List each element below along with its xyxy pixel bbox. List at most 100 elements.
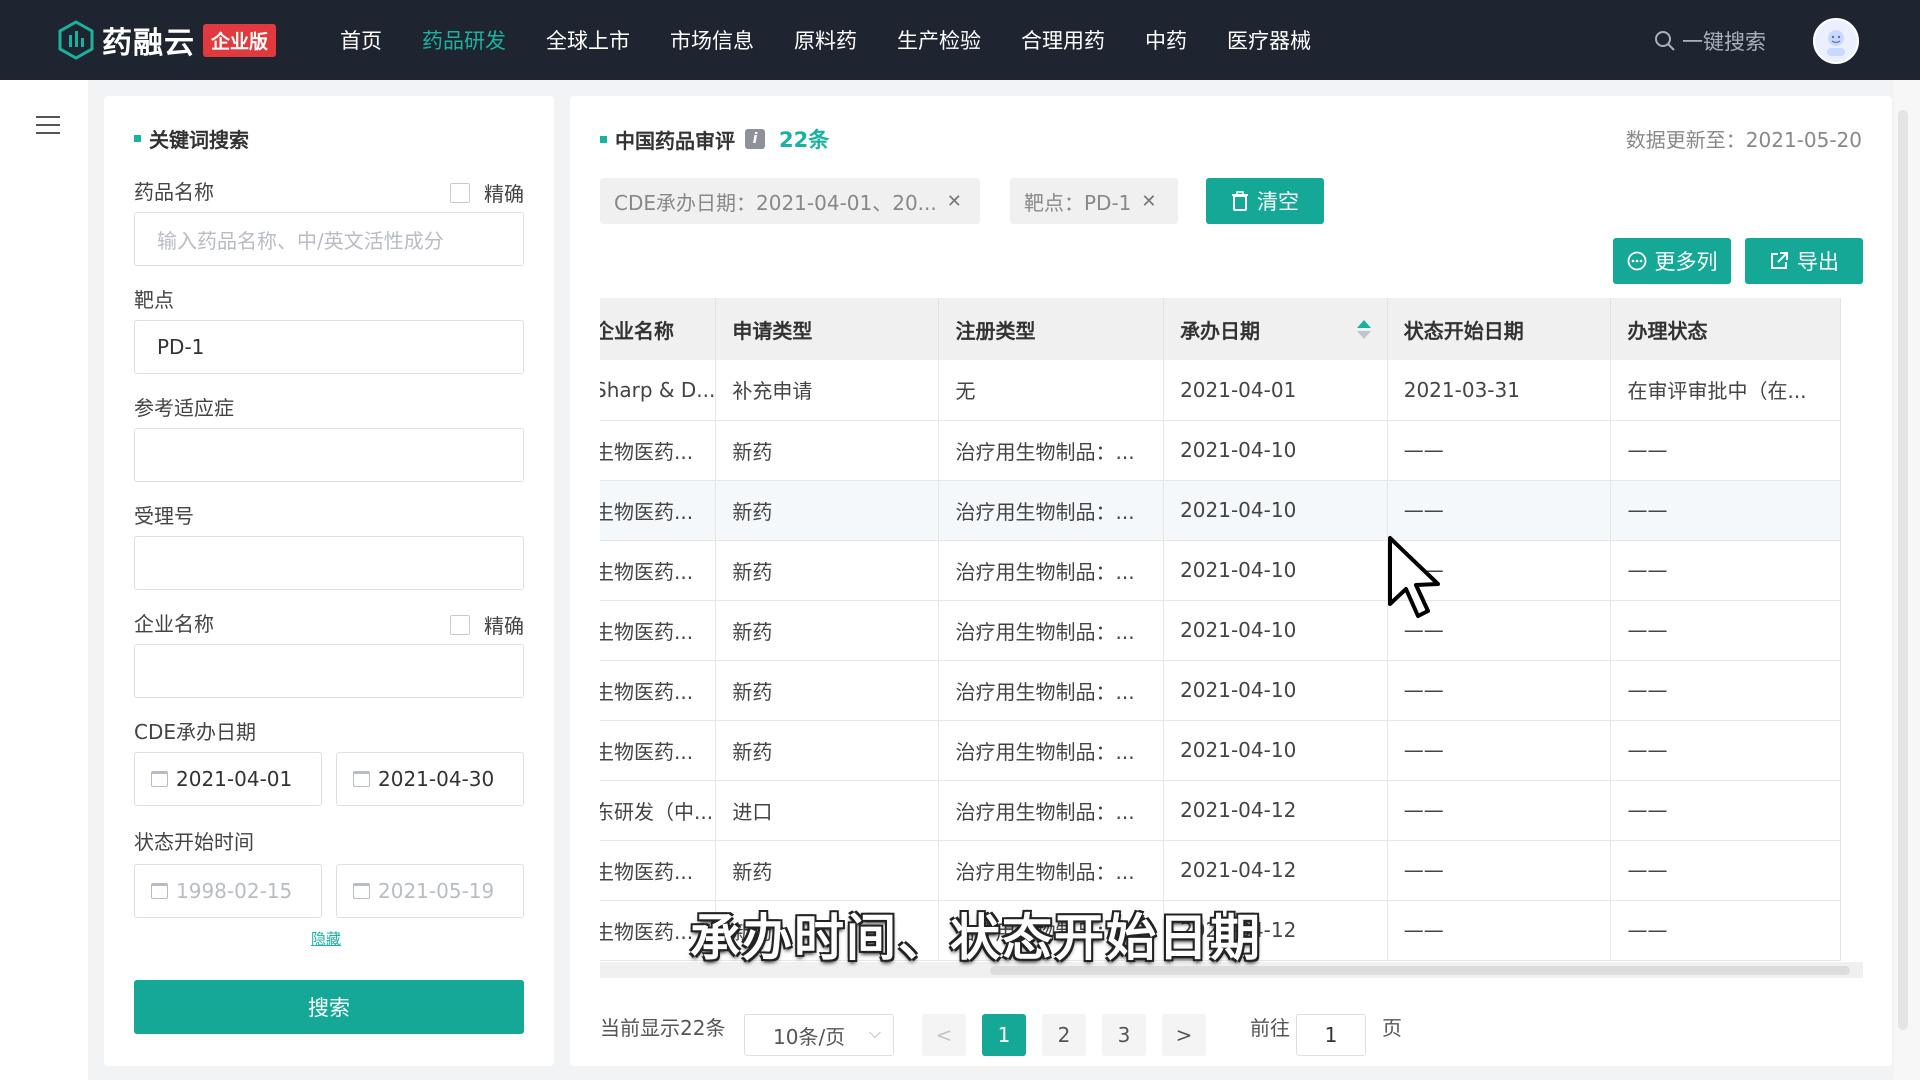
cell-registration-type: 治疗用生物制品：...: [938, 420, 1165, 481]
status-time-label: 状态开始时间: [134, 830, 254, 854]
nav-item-market-info[interactable]: 市场信息: [670, 25, 754, 55]
cell-company: 生物医药...: [600, 840, 717, 901]
avatar[interactable]: [1813, 18, 1859, 64]
cell-status-start-date: ——: [1387, 420, 1612, 481]
filter-title: 关键词搜索: [134, 124, 249, 153]
table-row[interactable]: 生物医药... 新药 治疗用生物制品：... 2021-04-10 —— ——: [600, 480, 1841, 541]
page-size-select[interactable]: 10条/页 ⌵: [744, 1014, 894, 1056]
menu-toggle-icon[interactable]: [36, 116, 60, 136]
nav-item-global-launch[interactable]: 全球上市: [546, 25, 630, 55]
goto-label: 前往: [1250, 1016, 1290, 1040]
cell-registration-type: 治疗用生物制品：...: [938, 780, 1165, 841]
drug-name-input[interactable]: 输入药品名称、中/英文活性成分: [134, 212, 524, 266]
close-icon[interactable]: ✕: [947, 191, 962, 212]
table-row[interactable]: 东研发（中... 进口 治疗用生物制品：... 2021-04-12 —— ——: [600, 780, 1841, 841]
indication-input[interactable]: [134, 428, 524, 482]
status-time-start-input[interactable]: 1998-02-15: [134, 864, 322, 918]
col-header-status-start-date[interactable]: 状态开始日期: [1387, 298, 1612, 360]
cell-status: ——: [1610, 420, 1841, 481]
checkbox-box: [450, 614, 470, 635]
table-row[interactable]: Sharp & D... 补充申请 无 2021-04-01 2021-03-3…: [600, 360, 1841, 421]
goto-page-input[interactable]: 1: [1296, 1014, 1366, 1056]
status-time-end-input[interactable]: 2021-05-19: [336, 864, 524, 918]
export-icon: [1771, 252, 1788, 269]
cell-undertake-date: 2021-04-10: [1163, 600, 1388, 661]
nav-item-home[interactable]: 首页: [340, 25, 382, 55]
table-row[interactable]: 生物医药... 新药 治疗用生物制品：... 2021-04-10 —— ——: [600, 600, 1841, 661]
date-placeholder: 1998-02-15: [176, 879, 293, 903]
target-input[interactable]: PD-1: [134, 320, 524, 374]
cell-status-start-date: ——: [1387, 720, 1612, 781]
col-header-company[interactable]: 企业名称: [600, 298, 717, 360]
chevron-down-icon: ⌵: [868, 1023, 881, 1042]
sort-desc-icon[interactable]: [1356, 331, 1371, 339]
cell-status: ——: [1610, 540, 1841, 601]
clear-button[interactable]: 清空: [1206, 178, 1324, 224]
table-header-row: 企业名称 申请类型 注册类型 承办日期 状态开始日期 办理状态: [600, 298, 1841, 360]
target-label: 靶点: [134, 288, 174, 312]
cell-status: ——: [1610, 780, 1841, 841]
col-header-application-type[interactable]: 申请类型: [715, 298, 940, 360]
nav-item-devices[interactable]: 医疗器械: [1227, 25, 1311, 55]
filter-tag-cde-date: CDE承办日期：2021-04-01、20... ✕: [600, 178, 980, 224]
prev-page-button[interactable]: <: [922, 1014, 966, 1056]
checkbox-box: [450, 182, 470, 203]
more-columns-button[interactable]: 更多列: [1613, 238, 1731, 284]
next-page-button[interactable]: >: [1162, 1014, 1206, 1056]
hide-link[interactable]: 隐藏: [311, 928, 341, 949]
page-1-button[interactable]: 1: [982, 1014, 1026, 1056]
table-row[interactable]: 生物医药... 新药 治疗用生物制品：... 2021-04-12 —— ——: [600, 840, 1841, 901]
edition-badge: 企业版: [203, 23, 277, 57]
filter-panel: 关键词搜索 药品名称 精确 输入药品名称、中/英文活性成分 靶点 PD-1 参考…: [104, 96, 554, 1066]
scrollbar-thumb[interactable]: [1898, 110, 1908, 1030]
cell-company: 生物医药...: [600, 540, 717, 601]
cell-status: ——: [1610, 660, 1841, 721]
company-input[interactable]: [134, 644, 524, 698]
col-header-undertake-date[interactable]: 承办日期: [1163, 298, 1388, 360]
company-exact-checkbox[interactable]: 精确: [450, 610, 524, 639]
cell-registration-type: 治疗用生物制品：...: [938, 840, 1165, 901]
cell-status-start-date: ——: [1387, 480, 1612, 541]
logo-icon: [58, 20, 94, 60]
cde-date-end-input[interactable]: 2021-04-30: [336, 752, 524, 806]
table-row[interactable]: 生物医药... 新药 治疗用生物制品：... 2021-04-10 —— ——: [600, 720, 1841, 781]
info-icon[interactable]: i: [745, 129, 765, 149]
logo-text: 药融云: [102, 26, 195, 61]
close-icon[interactable]: ✕: [1141, 191, 1156, 212]
cell-application-type: 新药: [715, 840, 940, 901]
calendar-icon: [353, 771, 370, 787]
col-header-status[interactable]: 办理状态: [1610, 298, 1841, 360]
logo[interactable]: 药融云 企业版: [56, 16, 277, 64]
col-header-label: 承办日期: [1180, 318, 1261, 343]
cde-date-start-input[interactable]: 2021-04-01: [134, 752, 322, 806]
sort-asc-icon[interactable]: [1356, 320, 1371, 328]
col-header-registration-type[interactable]: 注册类型: [938, 298, 1165, 360]
cell-registration-type: 治疗用生物制品：...: [938, 600, 1165, 661]
nav-item-production[interactable]: 生产检验: [897, 25, 981, 55]
nav-item-tcm[interactable]: 中药: [1145, 25, 1187, 55]
page-3-button[interactable]: 3: [1102, 1014, 1146, 1056]
search-button[interactable]: 搜索: [134, 980, 524, 1034]
page-scrollbar[interactable]: [1894, 80, 1920, 1080]
drug-name-exact-checkbox[interactable]: 精确: [450, 178, 524, 207]
company-label: 企业名称: [134, 612, 214, 636]
cell-undertake-date: 2021-04-10: [1163, 480, 1388, 541]
table-row[interactable]: 生物医药... 新药 治疗用生物制品：... 2021-04-10 —— ——: [600, 660, 1841, 721]
page-size-value: 10条/页: [773, 1024, 846, 1049]
video-subtitle: 承办时间、状态开始日期: [690, 909, 1262, 967]
nav-item-api[interactable]: 原料药: [794, 25, 857, 55]
nav-item-drug-rd[interactable]: 药品研发: [422, 25, 506, 55]
table-row[interactable]: 生物医药... 新药 治疗用生物制品：... 2021-04-10 —— ——: [600, 540, 1841, 601]
global-search[interactable]: 一键搜索: [1654, 26, 1766, 56]
page-2-button[interactable]: 2: [1042, 1014, 1086, 1056]
export-button[interactable]: 导出: [1745, 238, 1863, 284]
accept-no-input[interactable]: [134, 536, 524, 590]
table-row[interactable]: 生物医药... 新药 治疗用生物制品：... 2021-04-10 —— ——: [600, 420, 1841, 481]
more-icon: [1627, 251, 1646, 271]
cell-status: ——: [1610, 720, 1841, 781]
data-table: 企业名称 申请类型 注册类型 承办日期 状态开始日期 办理状态 Sharp & …: [600, 298, 1841, 961]
date-placeholder: 2021-05-19: [378, 879, 495, 903]
nav-item-rational-use[interactable]: 合理用药: [1021, 25, 1105, 55]
cell-application-type: 进口: [715, 780, 940, 841]
mouse-cursor-icon: [1388, 536, 1440, 618]
